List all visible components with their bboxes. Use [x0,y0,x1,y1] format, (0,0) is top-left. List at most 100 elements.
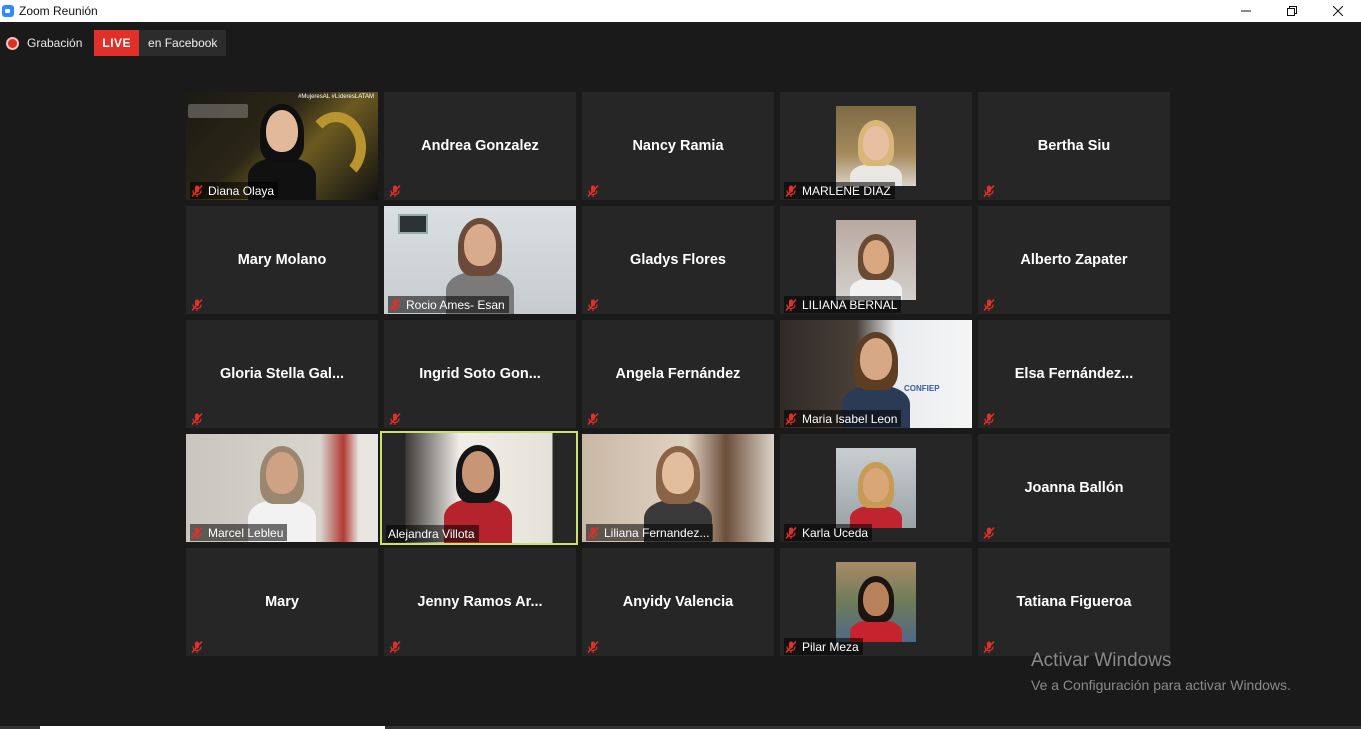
participant-name: Joanna Ballón [1024,480,1124,496]
participant-tile[interactable]: Elsa Fernández... [978,320,1170,428]
participant-tile[interactable]: Gladys Flores [582,206,774,314]
window-title: Zoom Reunión [19,4,98,18]
participant-name: Nancy Ramia [632,138,724,154]
mic-muted-icon [388,184,402,198]
video-overlay-text: #MujeresAL #LíderesLATAM [298,94,374,100]
restore-button[interactable] [1269,0,1315,22]
participant-tile[interactable]: Anyidy Valencia [582,548,774,656]
participant-name: Mary Molano [237,252,327,268]
participant-tile[interactable]: Karla Uceda [780,434,972,542]
participant-tile[interactable]: Mary [186,548,378,656]
participant-name-label: LILIANA BERNAL [784,296,902,313]
participant-tile[interactable]: Marcel Lebleu [186,434,378,542]
participant-tile[interactable]: Liliana Fernandez... [582,434,774,542]
participant-video [836,106,916,186]
live-destination[interactable]: en Facebook [139,30,227,56]
mic-muted-icon [586,412,600,426]
participant-name: Gladys Flores [630,252,726,268]
close-icon [1333,6,1343,16]
participant-tile[interactable]: Joanna Ballón [978,434,1170,542]
participant-tile[interactable]: CONFIEP Maria Isabel Leon [780,320,972,428]
participant-name: Diana Olaya [208,183,275,198]
participant-name: Tatiana Figueroa [1016,594,1132,610]
mic-muted-icon [190,298,204,312]
restore-icon [1287,6,1297,16]
live-badge[interactable]: LIVE [94,30,140,56]
participant-name: Rocio Ames- Esan [406,297,505,312]
participant-name-label: Marcel Lebleu [190,524,288,541]
mic-muted-icon [388,640,402,654]
participant-tile[interactable]: MARLENE DIAZ [780,92,972,200]
mic-muted-icon [190,640,204,654]
watermark-subtitle: Ve a Configuración para activar Windows. [1031,677,1291,693]
participant-name-label: Pilar Meza [784,638,863,655]
participant-tile[interactable]: Angela Fernández [582,320,774,428]
video-overlay-text: CONFIEP [904,384,940,393]
mic-muted-icon [586,298,600,312]
mic-muted-icon [784,526,798,540]
mic-muted-icon [190,412,204,426]
mic-muted-icon [982,412,996,426]
participant-name: Elsa Fernández... [1014,366,1134,382]
participant-name: Anyidy Valencia [622,594,734,610]
participant-name: Maria Isabel Leon [802,411,898,426]
participant-tile[interactable]: Jenny Ramos Ar... [384,548,576,656]
participant-name-label: MARLENE DIAZ [784,182,895,199]
participant-name-label: Maria Isabel Leon [784,410,902,427]
mic-muted-icon [586,526,600,540]
participant-tile[interactable]: Rocio Ames- Esan [384,206,576,314]
participant-name-label: Diana Olaya [190,182,279,199]
title-bar: Zoom Reunión [0,0,1361,22]
mic-muted-icon [784,184,798,198]
watermark-title: Activar Windows [1031,650,1172,671]
participant-name-label: Alejandra Villota [386,525,479,542]
participant-tile[interactable]: LILIANA BERNAL [780,206,972,314]
participant-tile[interactable]: Tatiana Figueroa [978,548,1170,656]
participant-tile[interactable]: Pilar Meza [780,548,972,656]
mic-muted-icon [190,526,204,540]
participant-name: Jenny Ramos Ar... [417,594,543,610]
mic-muted-icon [784,298,798,312]
participant-name: MARLENE DIAZ [802,183,891,198]
participant-name: Karla Uceda [802,525,869,540]
participant-video [836,448,916,528]
participant-name-label: Karla Uceda [784,524,873,541]
participant-video [836,220,916,300]
zoom-app-icon [2,5,14,17]
window-controls [1223,0,1361,22]
mic-muted-icon [784,412,798,426]
participant-tile[interactable]: Mary Molano [186,206,378,314]
close-button[interactable] [1315,0,1361,22]
recording-icon[interactable] [6,36,19,50]
recording-label[interactable]: Grabación [27,36,82,50]
participant-tile[interactable]: Alejandra Villota [380,431,578,545]
mic-muted-icon [982,298,996,312]
participant-name-label: Rocio Ames- Esan [388,296,509,313]
participant-tile[interactable]: Andrea Gonzalez [384,92,576,200]
mic-muted-icon [982,526,996,540]
windows-activation-watermark: Activar Windows Ve a Configuración para … [1031,650,1291,693]
participant-name: Alejandra Villota [388,526,475,541]
participant-name: Marcel Lebleu [208,525,284,540]
participant-tile[interactable]: Bertha Siu [978,92,1170,200]
participant-tile[interactable]: Gloria Stella Gal... [186,320,378,428]
participant-tile[interactable]: Nancy Ramia [582,92,774,200]
participant-name: LILIANA BERNAL [802,297,898,312]
participant-video [836,562,916,642]
mic-muted-icon [982,640,996,654]
participant-name: Andrea Gonzalez [421,138,539,154]
participant-tile[interactable]: Alberto Zapater [978,206,1170,314]
mic-muted-icon [388,412,402,426]
participant-name: Bertha Siu [1037,138,1111,154]
participant-name: Gloria Stella Gal... [219,366,345,382]
mic-muted-icon [388,298,402,312]
participant-tile[interactable]: Ingrid Soto Gon... [384,320,576,428]
mic-muted-icon [586,184,600,198]
minimize-button[interactable] [1223,0,1269,22]
recording-status-bar: Grabación LIVE en Facebook [6,30,227,56]
participant-name: Alberto Zapater [1020,252,1128,268]
participant-name: Ingrid Soto Gon... [419,366,541,382]
mic-muted-icon [586,640,600,654]
participant-tile[interactable]: #MujeresAL #LíderesLATAM Diana Olaya [186,92,378,200]
participant-name: Pilar Meza [802,639,859,654]
